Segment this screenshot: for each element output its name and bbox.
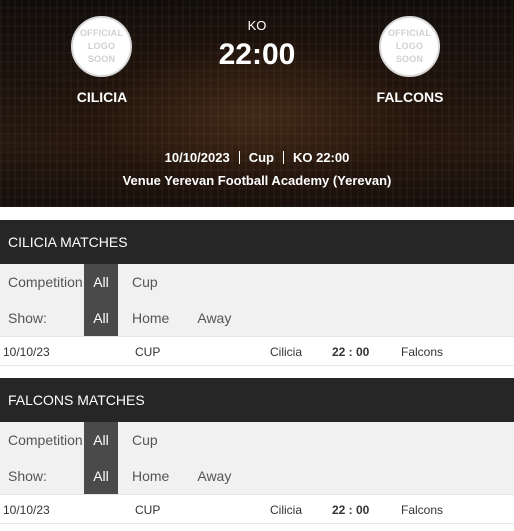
filter-show-all[interactable]: All: [84, 300, 118, 336]
kickoff-label: KO: [247, 18, 267, 33]
match-header: OFFICIAL LOGO SOON CILICIA KO 22:00 OFFI…: [0, 0, 514, 207]
away-team-name[interactable]: FALCONS: [350, 89, 470, 105]
filter-competition-all[interactable]: All: [84, 264, 118, 300]
filter-label: Show:: [8, 468, 47, 484]
away-team-logo: OFFICIAL LOGO SOON: [379, 16, 440, 77]
section-title: FALCONS MATCHES: [0, 378, 514, 422]
match-row[interactable]: 10/10/23 CUP Cilicia 22 : 00 Falcons: [0, 494, 514, 524]
match-ko-info: KO 22:00: [292, 150, 350, 165]
match-competition: Cup: [248, 150, 274, 165]
show-filter: Show: All Home Away: [0, 458, 514, 494]
show-filter: Show: All Home Away: [0, 300, 514, 336]
match-row-date: 10/10/23: [3, 345, 50, 359]
match-row-score[interactable]: 22 : 00: [332, 345, 369, 359]
match-row-date: 10/10/23: [3, 503, 50, 517]
filter-label: Competition:: [8, 274, 87, 290]
match-row-competition: CUP: [135, 503, 161, 517]
filter-show-all[interactable]: All: [84, 458, 118, 494]
match-row-away-team[interactable]: Falcons: [401, 345, 443, 359]
match-date: 10/10/2023: [164, 150, 230, 165]
section-title: CILICIA MATCHES: [0, 220, 514, 264]
filter-competition-cup[interactable]: Cup: [118, 422, 172, 458]
divider: [282, 151, 284, 164]
home-team-name[interactable]: CILICIA: [42, 89, 162, 105]
filter-show-home[interactable]: Home: [118, 458, 183, 494]
filter-show-away[interactable]: Away: [183, 300, 245, 336]
match-row-home-team[interactable]: Cilicia: [270, 345, 302, 359]
match-row[interactable]: 10/10/23 CUP Cilicia 22 : 00 Falcons: [0, 336, 514, 366]
home-team-matches-section: CILICIA MATCHES Competition: All Cup Sho…: [0, 220, 514, 366]
filter-show-home[interactable]: Home: [118, 300, 183, 336]
match-row-score[interactable]: 22 : 00: [332, 503, 369, 517]
match-row-away-team[interactable]: Falcons: [401, 503, 443, 517]
divider: [238, 151, 240, 164]
match-venue: Venue Yerevan Football Academy (Yerevan): [122, 173, 392, 188]
filter-competition-all[interactable]: All: [84, 422, 118, 458]
filter-label: Competition:: [8, 432, 87, 448]
competition-filter: Competition: All Cup: [0, 422, 514, 458]
filter-competition-cup[interactable]: Cup: [118, 264, 172, 300]
filter-show-away[interactable]: Away: [183, 458, 245, 494]
match-row-home-team[interactable]: Cilicia: [270, 503, 302, 517]
competition-filter: Competition: All Cup: [0, 264, 514, 300]
match-row-competition: CUP: [135, 345, 161, 359]
filter-label: Show:: [8, 310, 47, 326]
away-team-matches-section: FALCONS MATCHES Competition: All Cup Sho…: [0, 378, 514, 524]
match-meta: 10/10/2023 Cup KO 22:00: [0, 150, 514, 165]
